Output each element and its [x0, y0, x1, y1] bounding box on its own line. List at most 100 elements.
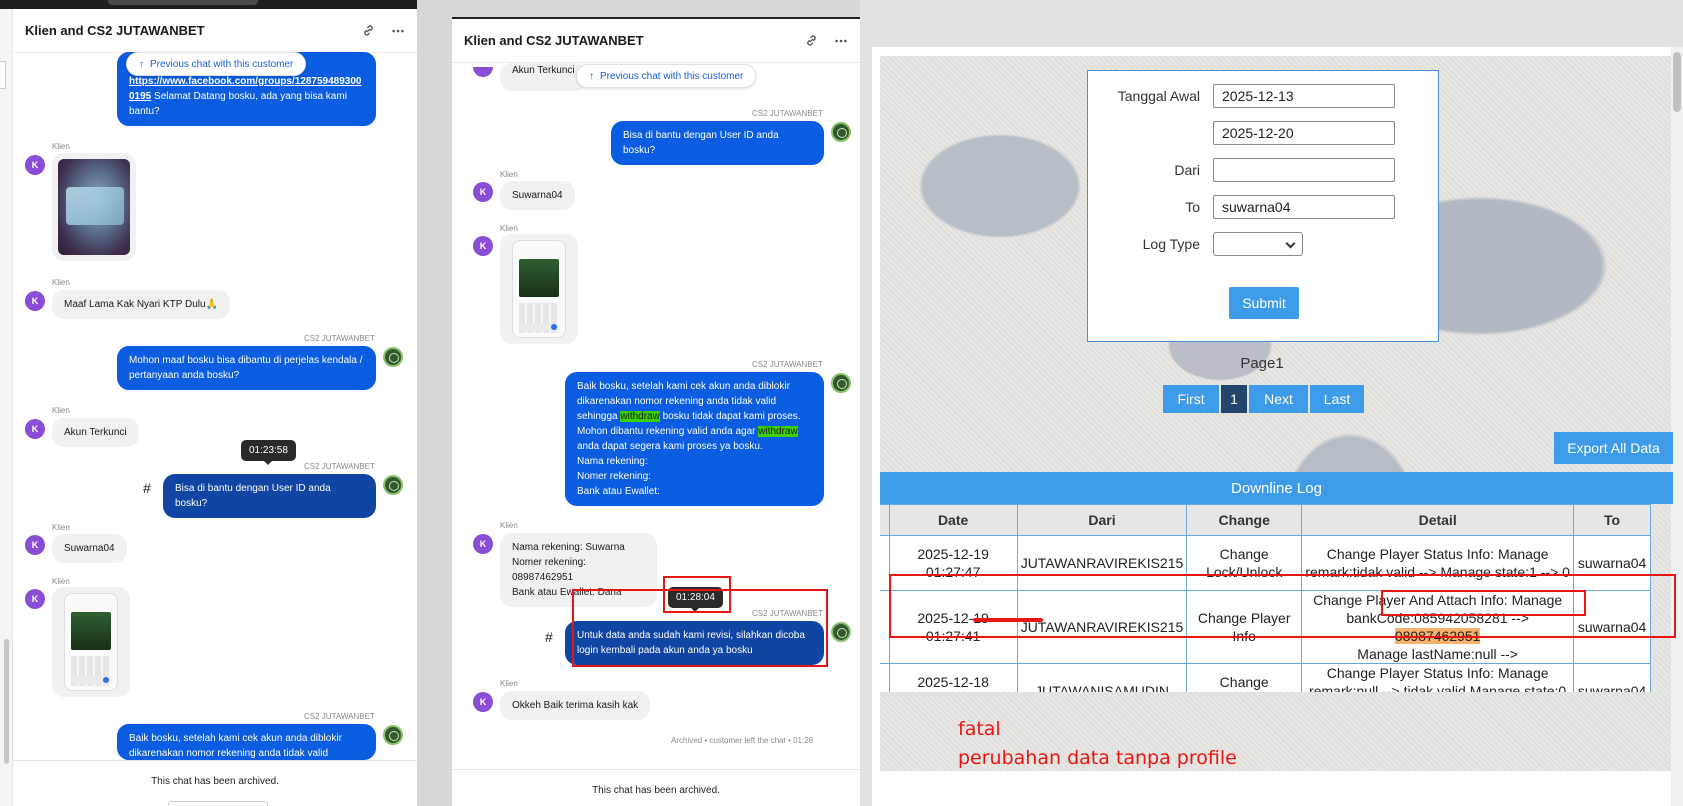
cell-change: Change Lock/Unlock: [1186, 663, 1303, 692]
client-avatar: K: [25, 291, 45, 311]
left-side-strip: [0, 9, 13, 806]
search-highlight: withdraw: [620, 411, 660, 422]
column-header-dari[interactable]: Dari: [1016, 504, 1188, 536]
sender-name-client: Klien: [52, 142, 70, 151]
message-line: Mohon dibantu rekening valid anda agar w…: [577, 426, 798, 437]
sender-name-client: Klien: [52, 278, 70, 287]
annotation-line: perubahan data tanpa profile: [958, 747, 1237, 769]
agent-avatar: [831, 373, 851, 393]
message-bubble-client: Suwarna04: [52, 534, 127, 563]
ktp-photo[interactable]: [58, 159, 130, 255]
phone-screenshot[interactable]: [512, 240, 566, 338]
annotation-box-message: [572, 589, 828, 667]
agent-avatar: [383, 725, 403, 745]
annotation-underline-date: [973, 618, 1043, 622]
message-bubble-agent: Baik bosku, setelah kami cek akun anda d…: [565, 372, 824, 506]
previous-chat-button[interactable]: ↑ Previous chat with this customer: [126, 52, 307, 76]
phone-screenshot[interactable]: [64, 593, 118, 691]
sender-name-client: Klien: [52, 577, 70, 586]
sender-name-client: Klien: [500, 224, 518, 233]
chat-header: Klien and CS2 JUTAWANBET: [13, 9, 417, 53]
archive-action-button[interactable]: [168, 801, 268, 806]
message-line: Nama rekening: Suwarna: [512, 542, 625, 553]
column-header-to[interactable]: To: [1573, 504, 1651, 536]
client-avatar: K: [25, 419, 45, 439]
client-avatar: K: [473, 534, 493, 554]
sender-name-client: Klien: [500, 170, 518, 179]
to-input[interactable]: suwarna04: [1213, 195, 1395, 219]
client-avatar: K: [25, 155, 45, 175]
pager-current-page[interactable]: 1: [1221, 385, 1247, 413]
client-avatar: K: [473, 692, 493, 712]
pager-last-button[interactable]: Last: [1310, 385, 1364, 413]
sender-name-client: Klien: [500, 679, 518, 688]
tanggal-awal-input[interactable]: 2025-12-13: [1213, 84, 1395, 108]
table-row[interactable]: 2025-12-18 23:40:51 JUTAWANISAMUDIN Chan…: [880, 663, 1651, 692]
to-label: To: [1185, 199, 1200, 215]
chat-panel-right: Klien and CS2 JUTAWANBET Akun Terkunci ↑…: [452, 17, 860, 806]
detail-line: Manage lastName:null -->: [1357, 646, 1518, 662]
hash-marker: #: [143, 480, 151, 496]
admin-scrollbar[interactable]: [1671, 47, 1683, 806]
image-message[interactable]: [52, 587, 130, 697]
tanggal-akhir-input[interactable]: 2025-12-20: [1213, 121, 1395, 145]
previous-chat-button[interactable]: ↑ Previous chat with this customer: [576, 64, 757, 88]
search-form: Tanggal Awal 2025-12-13 2025-12-20 Dari …: [1087, 70, 1439, 342]
sender-name-client: Klien: [52, 406, 70, 415]
column-header: o: [880, 504, 890, 536]
log-type-select[interactable]: [1213, 232, 1303, 256]
search-highlight: withdraw: [758, 426, 798, 437]
side-scrollbar[interactable]: [4, 639, 9, 764]
pager-first-button[interactable]: First: [1163, 385, 1219, 413]
cell-date: 2025-12-18 23:40:51: [888, 663, 1018, 692]
message-line: Nama rekening:: [577, 456, 648, 467]
image-message[interactable]: [52, 153, 136, 261]
side-tab[interactable]: [0, 61, 6, 89]
message-line: Nomer rekening: 08987462951: [512, 557, 586, 583]
message-bubble-client: Maaf Lama Kak Nyari KTP Dulu🙏: [52, 290, 230, 319]
sender-name-agent: CS2 JUTAWANBET: [752, 360, 823, 369]
client-avatar: K: [25, 589, 45, 609]
link-icon[interactable]: [804, 34, 818, 48]
message-bubble-agent: Mohon maaf bosku bisa dibantu di perjela…: [117, 346, 376, 390]
message-bubble-client: Akun Terkunci: [52, 418, 139, 447]
message-line: dikarenakan nomor rekening anda tidak va…: [577, 396, 777, 407]
chat-header: Klien and CS2 JUTAWANBET: [452, 19, 860, 63]
log-type-label: Log Type: [1142, 236, 1200, 252]
dari-input[interactable]: [1213, 158, 1395, 182]
pager-next-button[interactable]: Next: [1249, 385, 1308, 413]
client-avatar: K: [473, 182, 493, 202]
sender-name-agent: CS2 JUTAWANBET: [304, 334, 375, 343]
chat-panel-left: Klien and CS2 JUTAWANBET https://www.fac…: [0, 0, 417, 806]
sender-name-agent: CS2 JUTAWANBET: [752, 109, 823, 118]
column-header-date[interactable]: Date: [888, 504, 1018, 536]
archived-note: Archived • customer left the chat • 01:2…: [671, 736, 814, 745]
screenshot-stage: Klien and CS2 JUTAWANBET https://www.fac…: [0, 0, 1683, 806]
client-avatar: K: [25, 535, 45, 555]
image-message[interactable]: [500, 234, 578, 344]
submit-button[interactable]: Submit: [1229, 287, 1299, 319]
tanggal-awal-label: Tanggal Awal: [1117, 88, 1200, 104]
message-line: sehingga withdraw bosku tidak dapat kami…: [577, 411, 801, 422]
more-icon[interactable]: [391, 24, 405, 38]
message-line: Baik bosku, setelah kami cek akun anda d…: [577, 381, 790, 392]
message-bubble-agent: Baik bosku, setelah kami cek akun anda d…: [117, 724, 376, 760]
archive-divider: [452, 769, 860, 770]
annotation-text: fatal perubahan data tanpa profile: [958, 715, 1237, 773]
message-bubble-client: Akun Terkunci: [500, 63, 587, 91]
message-bubble-client: Suwarna04: [500, 181, 575, 210]
sender-name-agent: CS2 JUTAWANBET: [304, 462, 375, 471]
column-header-detail[interactable]: Detail: [1301, 504, 1575, 536]
message-bubble-client: Okkeh Baik terima kasih kak: [500, 691, 651, 720]
arrow-up-icon: ↑: [139, 58, 144, 70]
export-all-button[interactable]: Export All Data: [1554, 432, 1673, 464]
chat-title: Klien and CS2 JUTAWANBET: [25, 23, 205, 38]
sender-name-client: Klien: [500, 521, 518, 530]
column-header-change[interactable]: Change: [1186, 504, 1303, 536]
cell-to: suwarna04: [1573, 663, 1651, 692]
message-text: Selamat Datang bosku, ada yang bisa kami…: [129, 91, 347, 117]
message-bubble-agent: Bisa di bantu dengan User ID anda bosku?: [163, 474, 376, 518]
link-icon[interactable]: [361, 24, 375, 38]
more-icon[interactable]: [834, 34, 848, 48]
browser-top-bar: [0, 0, 417, 9]
